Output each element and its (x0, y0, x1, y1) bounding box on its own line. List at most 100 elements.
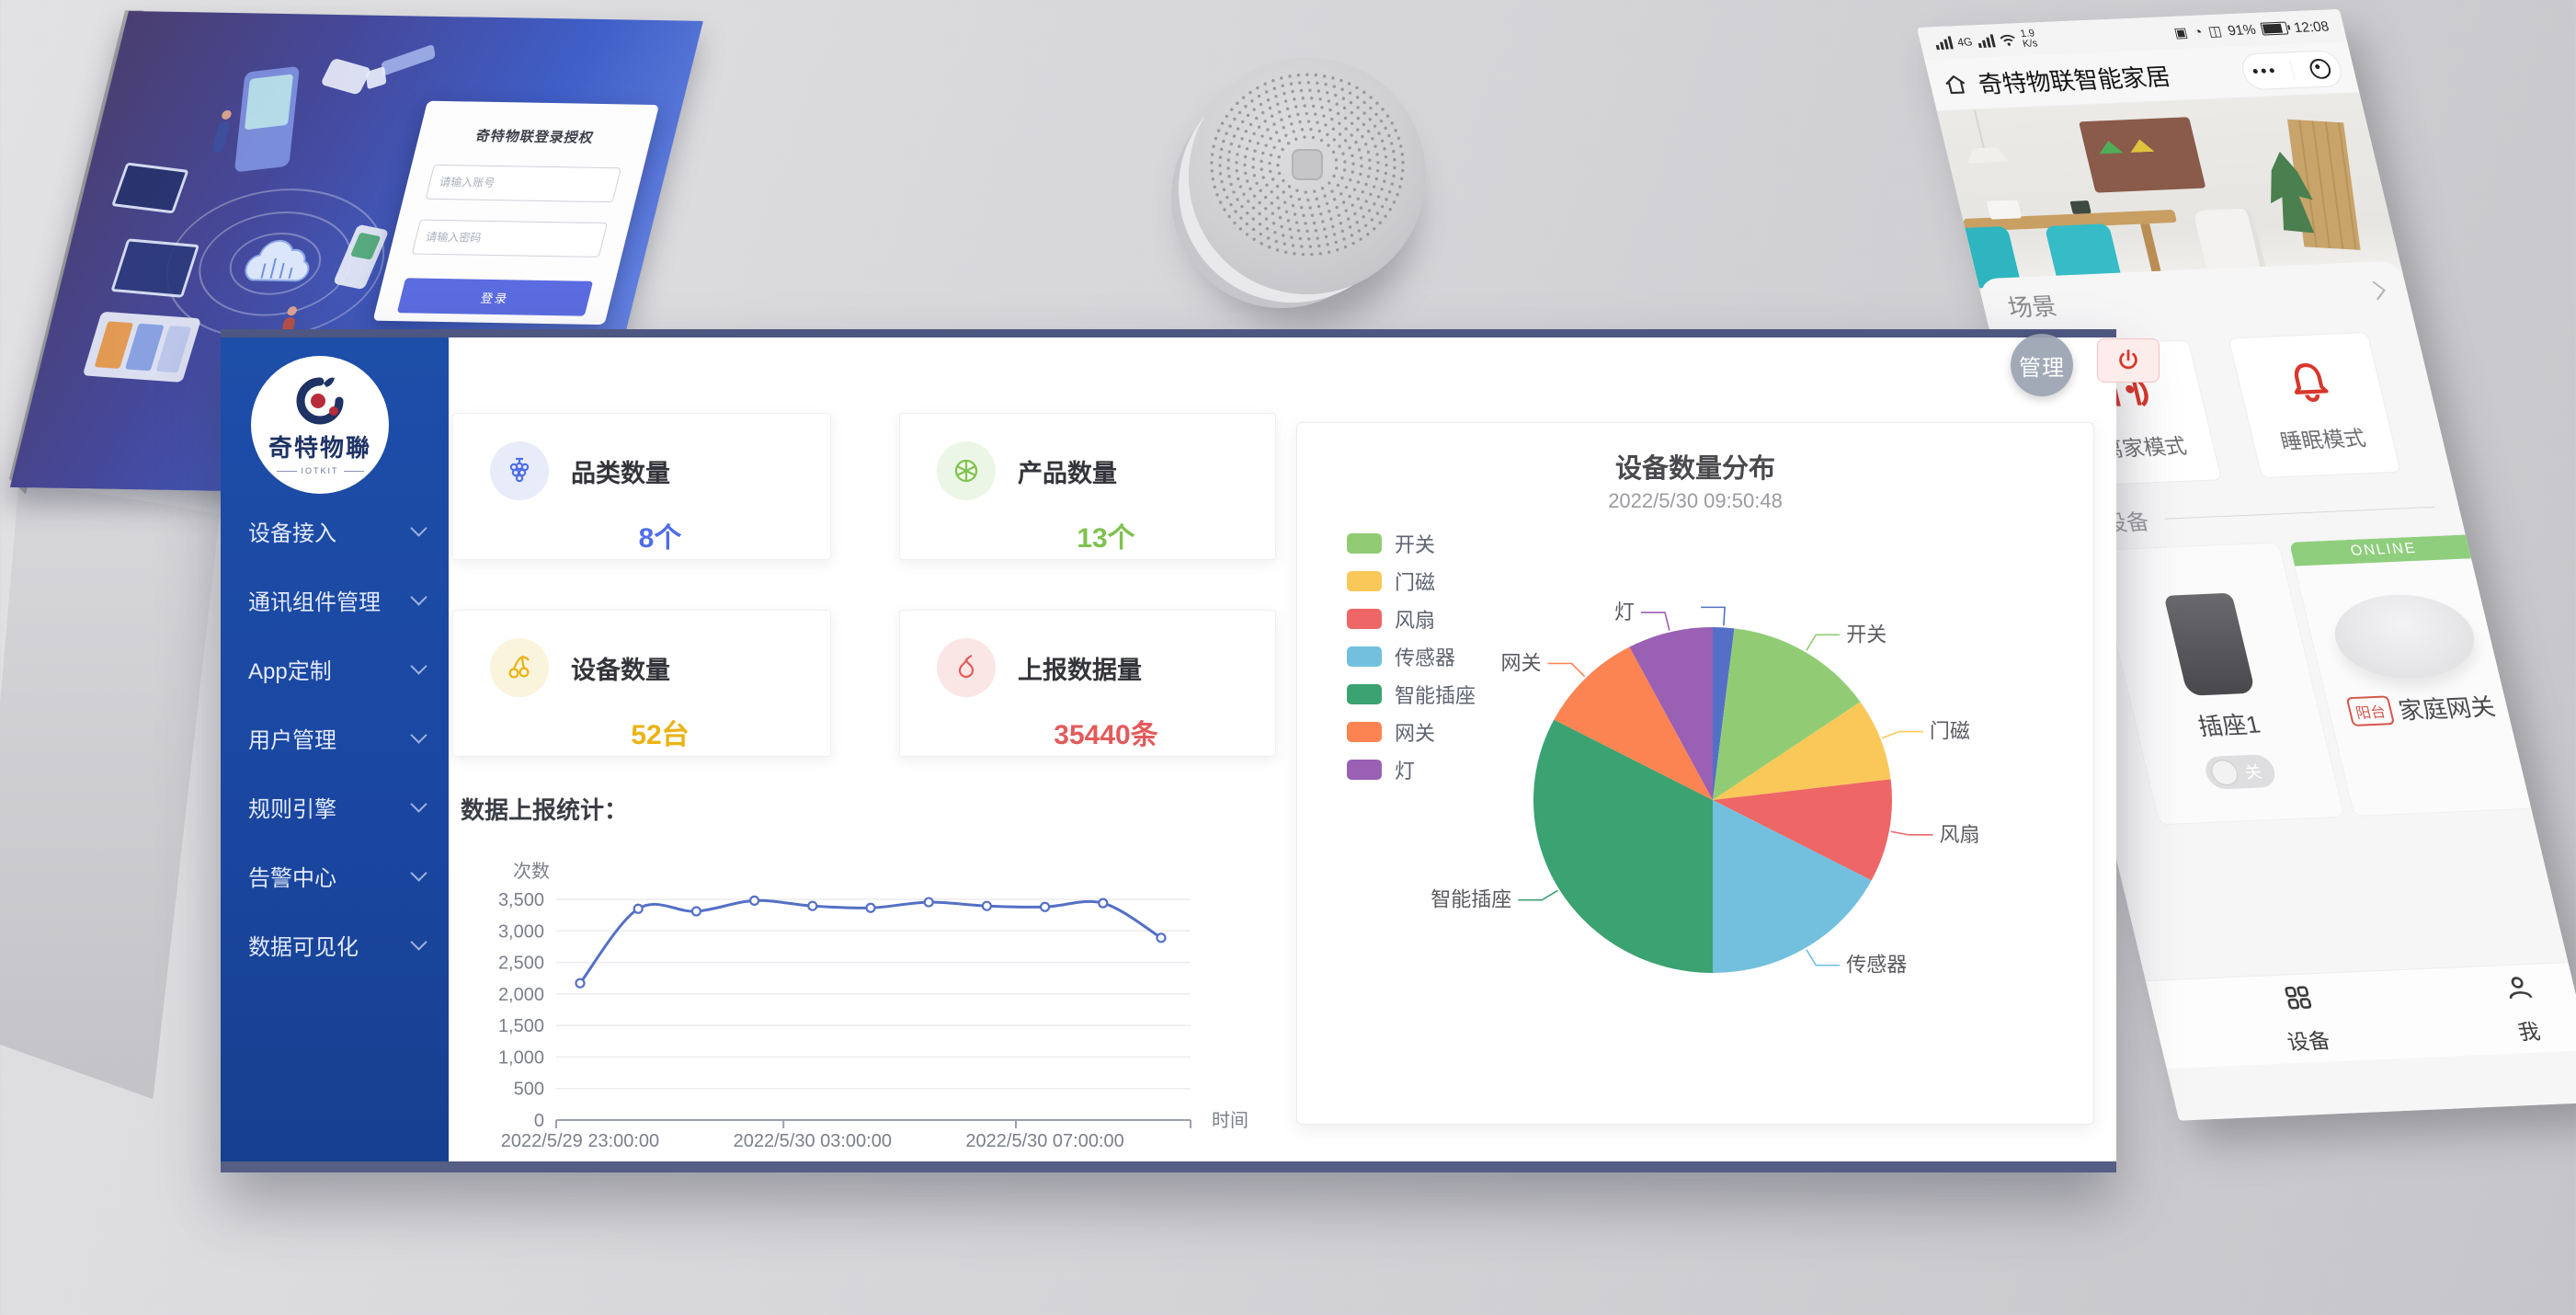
report-line-chart: 05001,0001,5002,0002,5003,0003,5002022/5… (478, 839, 1250, 1170)
grapes-icon (505, 456, 534, 486)
stat-card-label: 品类数量 (571, 453, 670, 489)
wifi-icon (1999, 33, 2018, 47)
illustration-camera (320, 58, 371, 96)
legend-label: 开关 (1395, 529, 1435, 558)
legend-item[interactable]: 智能插座 (1347, 675, 1476, 713)
grid-icon (2280, 982, 2317, 1012)
user-icon (2501, 972, 2538, 1007)
alarm-icon: ◔ (2192, 24, 2204, 40)
sidebar-item-label: 用户管理 (248, 722, 336, 754)
legend-swatch (1347, 646, 1382, 667)
tab-label: 我 (2514, 1013, 2543, 1046)
legend-label: 传感器 (1395, 642, 1455, 671)
legend-item[interactable]: 灯 (1347, 750, 1476, 788)
legend-swatch (1347, 760, 1382, 780)
home-icon[interactable] (1941, 72, 1970, 97)
tab-设备[interactable]: 设备 (2240, 980, 2367, 1057)
more-icon[interactable] (2252, 68, 2274, 74)
sidebar-item-1[interactable]: 设备接入 (221, 510, 449, 551)
legend-swatch (1347, 571, 1382, 591)
gateway-photo (2326, 592, 2484, 682)
chevron-down-icon (410, 589, 427, 605)
stat-card: 产品数量13个 (899, 413, 1276, 560)
scene-label: 场景 (2004, 287, 2060, 323)
svg-text:智能插座: 智能插座 (1430, 888, 1511, 911)
svg-text:500: 500 (514, 1080, 544, 1100)
grid-icon (2280, 982, 2318, 1017)
svg-text:1,000: 1,000 (498, 1047, 544, 1068)
chevron-down-icon (410, 520, 427, 536)
sidebar-item-6[interactable]: 告警中心 (221, 855, 449, 896)
device-toggle[interactable]: 关 (2203, 754, 2278, 790)
logo-subtext: IOTKIT (277, 466, 364, 475)
smart-speaker (1189, 57, 1426, 294)
svg-text:次数: 次数 (513, 861, 550, 882)
lime-icon (952, 456, 981, 486)
speaker-logo (1292, 149, 1323, 180)
svg-text:网关: 网关 (1501, 652, 1542, 675)
power-button[interactable] (2097, 338, 2160, 383)
vibrate-icon: ◫ (2206, 23, 2223, 40)
sidebar-item-label: 设备接入 (248, 515, 336, 547)
sidebar-item-label: 数据可见化 (248, 929, 359, 961)
signal-icon (1977, 34, 1996, 48)
legend-item[interactable]: 传感器 (1347, 637, 1476, 675)
mode-card-2[interactable]: 睡眠模式 (2228, 332, 2400, 478)
sidebar-menu: 设备接入通讯组件管理 App定制用户管理规则引擎告警中心数据可见化 (221, 510, 449, 993)
illustration-monitor (111, 162, 189, 213)
legend-swatch (1347, 533, 1382, 554)
network-type: 4G (1956, 35, 1974, 49)
svg-text:3,000: 3,000 (498, 921, 544, 942)
tab-我[interactable]: 我 (2460, 970, 2576, 1046)
sidebar-item-4[interactable]: 用户管理 (221, 717, 449, 758)
manage-badge[interactable]: 管理 (2011, 334, 2073, 396)
svg-text:3,500: 3,500 (498, 890, 544, 910)
stat-card-value: 13个 (937, 515, 1275, 555)
sidebar-item-3[interactable]: App定制 (221, 648, 449, 689)
legend-item[interactable]: 风扇 (1347, 600, 1476, 637)
cherries-icon (505, 653, 534, 682)
toggle-label: 关 (2242, 760, 2264, 784)
exit-icon[interactable] (2308, 58, 2332, 79)
svg-text:0: 0 (534, 1111, 544, 1131)
account-input[interactable] (426, 165, 621, 202)
bell-icon (2279, 356, 2338, 406)
tab-label: 设备 (2284, 1023, 2333, 1056)
login-title: 奇特物联登录授权 (439, 125, 631, 147)
location-tag: 阳台 (2345, 695, 2395, 726)
legend-swatch (1347, 609, 1382, 629)
svg-text:时间: 时间 (1212, 1110, 1248, 1131)
pie-legend: 开关门磁风扇传感器智能插座网关灯 (1347, 524, 1476, 788)
password-input[interactable] (412, 220, 608, 257)
legend-swatch (1347, 722, 1382, 742)
login-button[interactable]: 登录 (397, 278, 593, 315)
svg-text:门磁: 门磁 (1930, 720, 1970, 743)
legend-item[interactable]: 开关 (1347, 524, 1476, 562)
stat-card-label: 设备数量 (571, 650, 670, 686)
iotkit-rabbit-icon (293, 374, 347, 428)
network-speed: 1.9K/s (2020, 29, 2039, 49)
legend-item[interactable]: 门磁 (1347, 562, 1476, 600)
svg-text:2022/5/30 03:00:00: 2022/5/30 03:00:00 (734, 1131, 892, 1151)
online-badge: ONLINE (2289, 534, 2479, 566)
logo: 奇特物聯 IOTKIT (251, 356, 389, 494)
chevron-right-icon (2366, 280, 2386, 300)
svg-text:开关: 开关 (1846, 623, 1886, 646)
chevron-down-icon (410, 864, 427, 881)
stat-card-value: 35440条 (937, 712, 1275, 752)
svg-text:风扇: 风扇 (1939, 823, 1979, 846)
stat-card: 上报数据量 35440条 (899, 610, 1276, 757)
stat-cards: 品类数量8个产品数量13个设备数量52台上报数据量35440条 (452, 413, 1280, 757)
legend-label: 灯 (1395, 755, 1415, 784)
sidebar-item-7[interactable]: 数据可见化 (221, 924, 449, 965)
legend-label: 智能插座 (1395, 680, 1476, 709)
legend-label: 网关 (1395, 717, 1435, 747)
battery-percent: 91% (2226, 22, 2257, 39)
stat-card-label: 上报数据量 (1018, 650, 1142, 686)
sidebar-item-5[interactable]: 规则引擎 (221, 786, 449, 827)
sidebar-item-2[interactable]: 通讯组件管理 (221, 579, 449, 620)
battery-icon (2261, 21, 2289, 35)
legend-item[interactable]: 网关 (1347, 713, 1476, 750)
sidebar-item-label: 规则引擎 (248, 791, 336, 823)
chevron-down-icon (410, 658, 427, 674)
